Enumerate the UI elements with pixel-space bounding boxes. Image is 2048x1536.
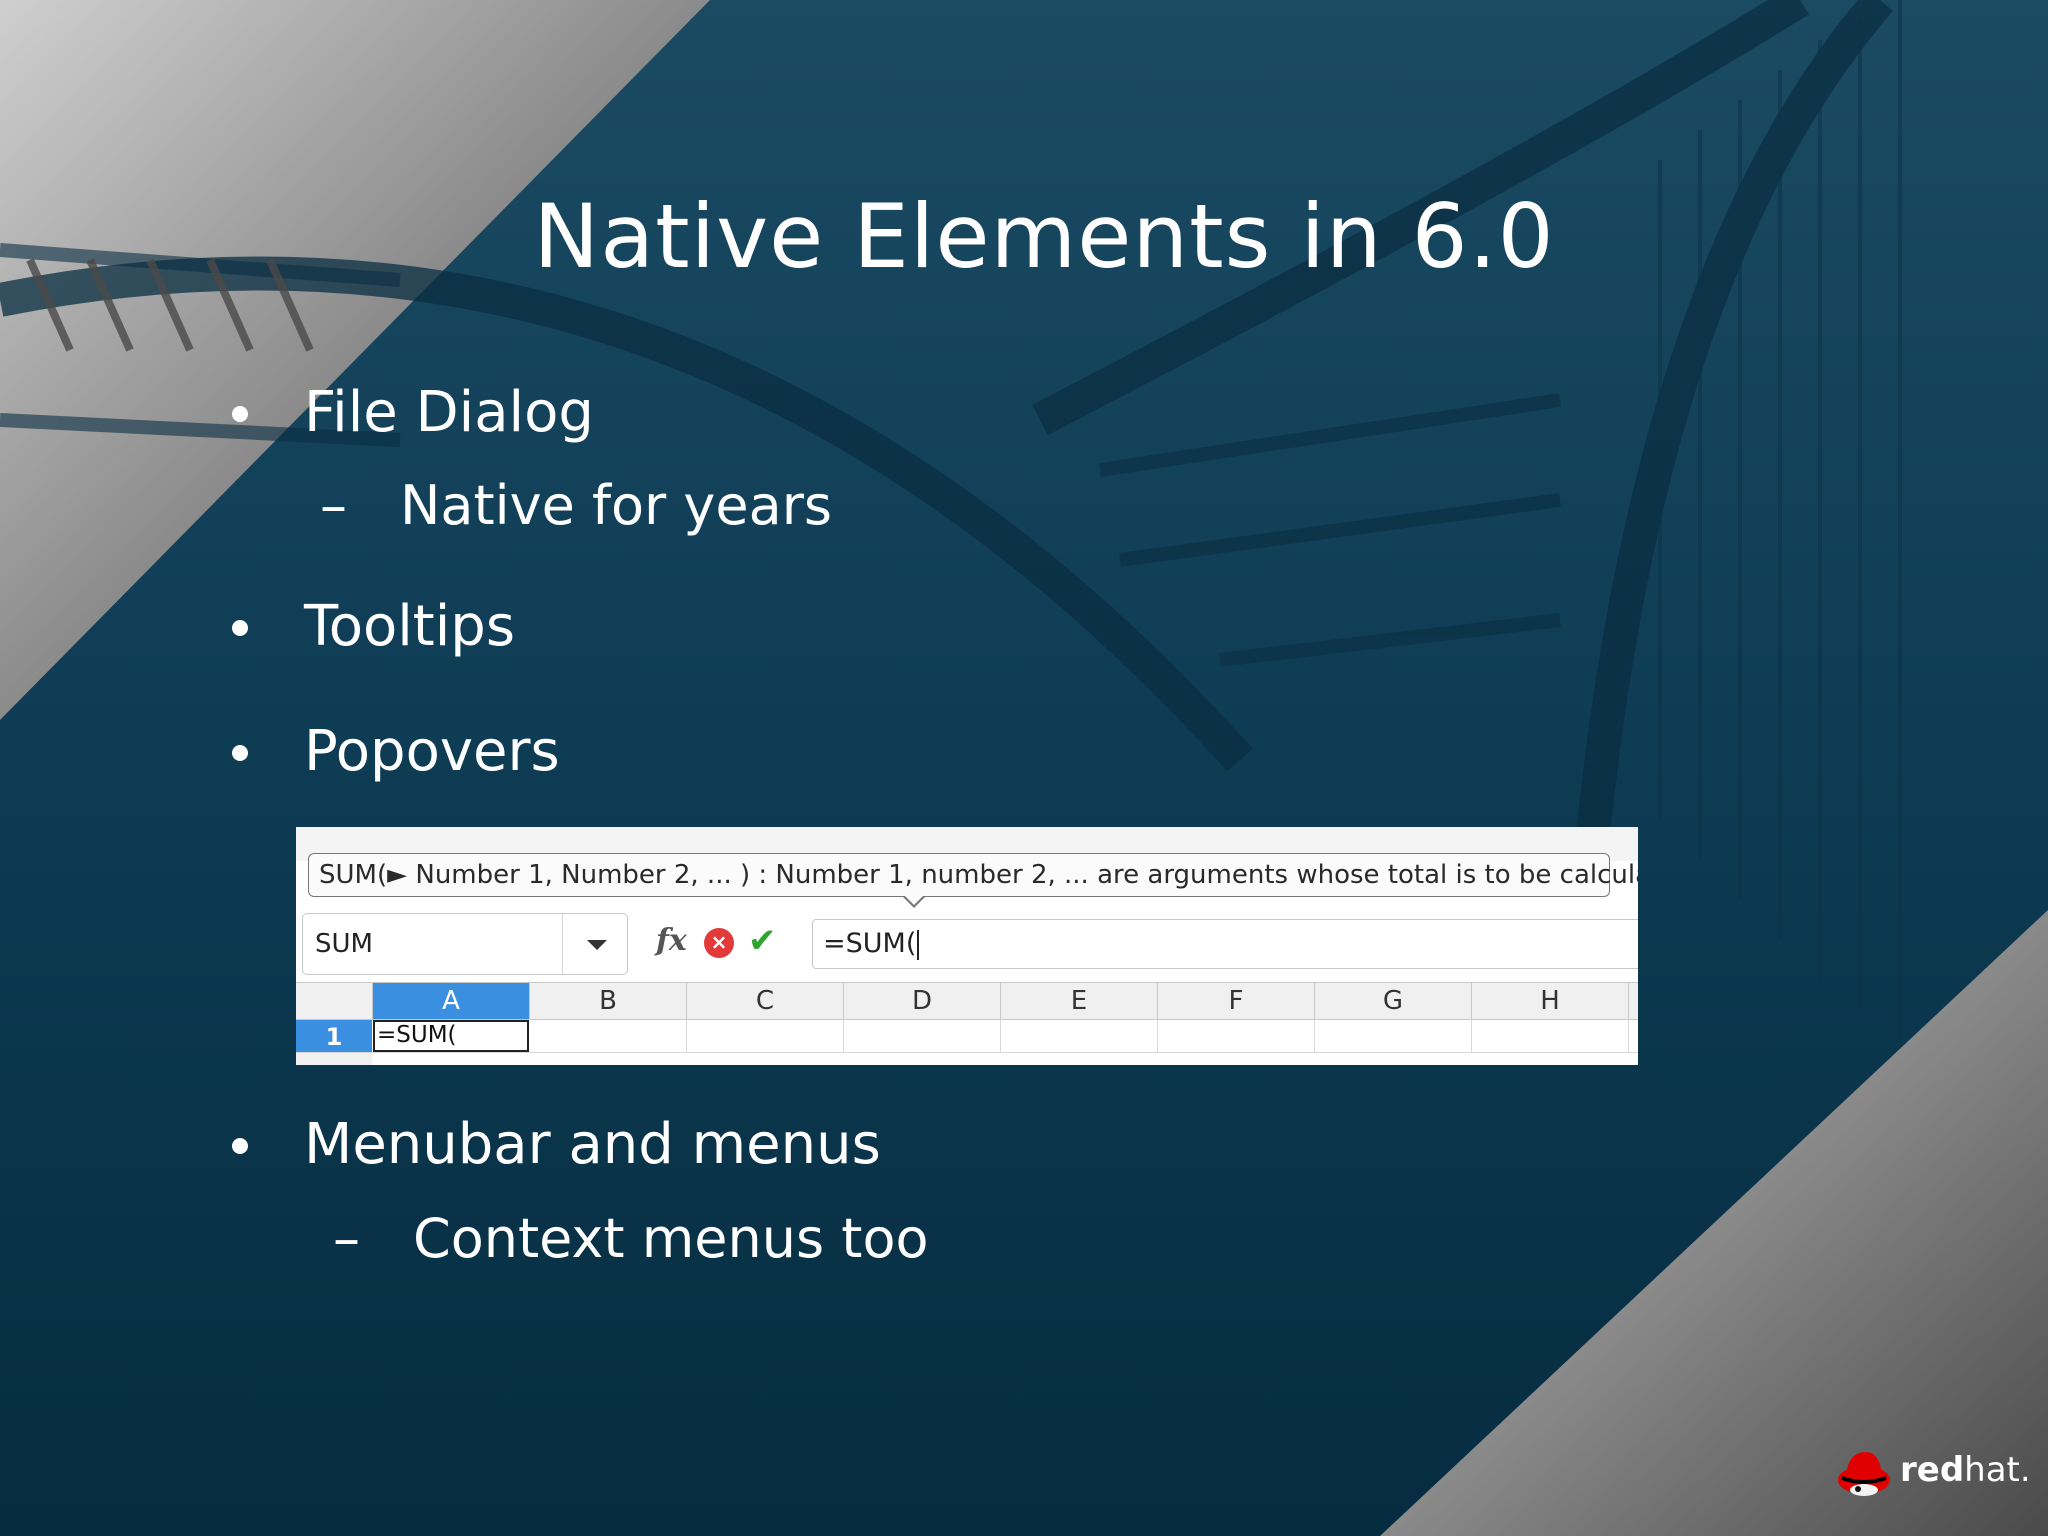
column-header-a[interactable]: A	[373, 983, 530, 1019]
slide: Native Elements in 6.0 File Dialog – Nat…	[0, 0, 2048, 1536]
bullet-popovers: Popovers	[232, 719, 560, 784]
cell-g1[interactable]	[1315, 1020, 1472, 1052]
bullet-dot	[232, 745, 248, 761]
column-header-f[interactable]: F	[1158, 983, 1315, 1019]
cell-e1[interactable]	[1001, 1020, 1158, 1052]
bullet-text: Tooltips	[304, 594, 516, 659]
column-header-e[interactable]: E	[1001, 983, 1158, 1019]
bullet-text: Menubar and menus	[304, 1112, 881, 1177]
wordmark-bold: red	[1900, 1450, 1965, 1490]
wordmark-light: hat.	[1964, 1450, 2031, 1490]
bullet-dot	[232, 620, 248, 636]
function-tooltip: SUM(► Number 1, Number 2, ... ) : Number…	[308, 853, 1638, 897]
bullet-dot	[232, 406, 248, 422]
column-header-h[interactable]: H	[1472, 983, 1629, 1019]
function-wizard-icon[interactable]: fx	[656, 923, 687, 958]
table-row	[296, 1053, 1638, 1065]
bullet-menubar-and-menus: Menubar and menus	[232, 1112, 881, 1177]
bullet-file-dialog: File Dialog	[232, 380, 594, 445]
bullet-text: Popovers	[304, 719, 560, 784]
sub-bullet-dash: –	[333, 1207, 360, 1270]
sub-bullet-dash: –	[320, 474, 347, 537]
row-header-2[interactable]	[296, 1053, 372, 1065]
formula-text: =SUM(	[823, 928, 917, 959]
cancel-icon[interactable]: ×	[704, 928, 734, 958]
sub-bullet-context-menus-too: – Context menus too	[333, 1207, 929, 1270]
sub-bullet-text: Context menus too	[413, 1207, 929, 1270]
sub-bullet-text: Native for years	[400, 474, 833, 537]
column-header-d[interactable]: D	[844, 983, 1001, 1019]
table-row: 1 =SUM(	[296, 1020, 1638, 1053]
bullet-dot	[232, 1138, 248, 1154]
redhat-wordmark: redhat.	[1900, 1450, 2031, 1490]
name-box-dropdown-button[interactable]	[562, 914, 627, 974]
column-header-g[interactable]: G	[1315, 983, 1472, 1019]
cell-c1[interactable]	[687, 1020, 844, 1052]
column-header-row: A B C D E F G H	[296, 982, 1638, 1020]
bullet-text: File Dialog	[304, 380, 594, 445]
select-all-corner[interactable]	[296, 983, 373, 1019]
cell-h1[interactable]	[1472, 1020, 1629, 1052]
cell-b1[interactable]	[530, 1020, 687, 1052]
shadowman-hat-icon	[1838, 1452, 1890, 1496]
bullet-tooltips: Tooltips	[232, 594, 516, 659]
cell-d1[interactable]	[844, 1020, 1001, 1052]
tooltip-arrow-fill	[904, 895, 924, 905]
column-header-c[interactable]: C	[687, 983, 844, 1019]
row-header-1[interactable]: 1	[296, 1020, 372, 1052]
sub-bullet-native-for-years: – Native for years	[320, 474, 833, 537]
calc-screenshot: SUM fx × ✔ =SUM( SUM(► Number 1, Number …	[296, 827, 1638, 1065]
slide-title: Native Elements in 6.0	[533, 185, 1555, 288]
cell-f1[interactable]	[1158, 1020, 1315, 1052]
chevron-down-icon	[587, 940, 607, 950]
name-box[interactable]: SUM	[302, 913, 628, 975]
accept-icon[interactable]: ✔	[748, 921, 777, 961]
tooltip-text: SUM(► Number 1, Number 2, ... ) : Number…	[319, 860, 1638, 890]
formula-input[interactable]: =SUM(	[812, 919, 1638, 969]
column-header-b[interactable]: B	[530, 983, 687, 1019]
cell-a1[interactable]: =SUM(	[373, 1020, 529, 1052]
text-caret	[917, 929, 920, 960]
name-box-value: SUM	[315, 929, 373, 959]
